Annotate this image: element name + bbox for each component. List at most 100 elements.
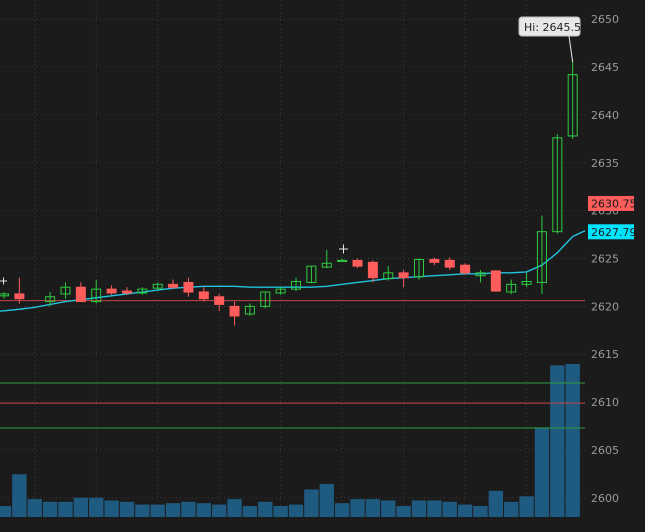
candle <box>352 258 363 269</box>
volume-bar <box>411 500 427 517</box>
candle <box>91 279 102 304</box>
volume-bar <box>273 505 288 517</box>
y-tick-label: 2645 <box>591 61 619 74</box>
candle <box>229 301 240 326</box>
candle <box>567 62 578 139</box>
candlestick-chart[interactable]: 2600 2605 2610 2615 2620 2625 2630 2635 2640 2645… <box>0 0 645 532</box>
y-tick-label: 2600 <box>591 492 619 505</box>
volume-bar <box>42 501 58 517</box>
candle <box>198 287 209 302</box>
y-tick-label: 2615 <box>591 348 619 361</box>
candle-body <box>367 261 378 279</box>
volume-bar <box>565 364 580 517</box>
candle <box>536 215 547 294</box>
candle <box>106 285 117 295</box>
volume-bar <box>12 474 27 517</box>
candle-body <box>198 291 209 300</box>
volume-bar <box>473 505 488 517</box>
volume-bar <box>211 504 227 517</box>
volume-bar <box>104 500 119 517</box>
candle-body <box>398 272 409 279</box>
y-tick-label: 2625 <box>591 253 619 266</box>
candle <box>521 272 532 288</box>
volume-bar <box>396 505 411 517</box>
volume-bar <box>258 501 273 517</box>
volume-bar <box>242 505 258 517</box>
volume-bar <box>504 501 519 517</box>
crosshair-icon <box>0 277 7 285</box>
volume-bar <box>442 501 457 517</box>
chart-canvas[interactable]: 2600260526102615262026252630263526402645… <box>0 0 645 532</box>
candle <box>337 258 348 262</box>
volume-bar <box>27 499 42 517</box>
y-axis: 2600260526102615262026252630263526402645… <box>591 13 619 505</box>
volume-bars <box>0 364 580 517</box>
volume-bar <box>135 504 150 517</box>
hi-label: Hi: 2645.5 <box>518 16 581 63</box>
crosshair-icon <box>339 244 348 254</box>
volume-bar <box>534 427 550 517</box>
volume-bar <box>365 499 381 517</box>
candle <box>490 269 501 293</box>
candle-body <box>444 259 455 268</box>
volume-bar <box>196 503 211 517</box>
y-tick-label: 2650 <box>591 13 619 26</box>
candle <box>506 279 517 294</box>
candle-body <box>214 296 225 305</box>
candle-body <box>352 259 363 267</box>
volume-bar <box>550 365 565 517</box>
candle <box>367 260 378 283</box>
candle <box>214 293 225 312</box>
volume-bar <box>457 504 473 517</box>
candle-body <box>460 264 471 274</box>
candle-body <box>429 258 440 263</box>
y-tick-label: 2605 <box>591 444 619 457</box>
candle <box>552 134 563 234</box>
hi-label-pointer <box>568 35 574 63</box>
candle <box>429 257 440 266</box>
candle <box>398 269 409 288</box>
candle <box>183 277 194 297</box>
candle <box>460 263 471 275</box>
volume-bar <box>0 505 12 517</box>
candle <box>168 279 179 290</box>
candle-body <box>121 290 132 294</box>
volume-bar <box>150 504 165 517</box>
candle <box>321 249 332 269</box>
candle-body <box>14 293 25 300</box>
volume-bar <box>288 504 304 517</box>
candles <box>0 62 578 326</box>
candle <box>475 269 486 283</box>
candle <box>0 292 9 299</box>
candle <box>383 266 394 281</box>
candle-body <box>229 305 240 317</box>
candle <box>275 287 286 295</box>
volume-bar <box>304 489 319 517</box>
candle <box>291 277 302 292</box>
candle-body <box>337 259 348 262</box>
volume-bar <box>334 503 350 517</box>
volume-bar <box>119 501 135 517</box>
volume-bar <box>181 501 196 517</box>
volume-bar <box>58 501 73 517</box>
candle <box>444 257 455 270</box>
volume-bar <box>319 483 334 517</box>
y-tick-label: 2640 <box>591 109 619 122</box>
price-tag: 2630.75 <box>588 195 637 211</box>
candle-body <box>490 270 501 292</box>
volume-bar <box>427 500 442 517</box>
candle <box>244 303 255 316</box>
volume-bar <box>165 503 181 517</box>
volume-bar <box>488 490 504 517</box>
gridlines <box>0 0 585 517</box>
volume-bar <box>350 499 365 517</box>
candle <box>75 282 86 303</box>
candle <box>14 277 25 304</box>
volume-bar <box>381 500 396 517</box>
candle <box>60 282 71 299</box>
candle-body <box>183 281 194 293</box>
price-tag-text: 2630.75 <box>591 197 637 210</box>
y-tick-label: 2620 <box>591 300 619 313</box>
candle-body <box>75 286 86 303</box>
y-tick-label: 2610 <box>591 396 619 409</box>
